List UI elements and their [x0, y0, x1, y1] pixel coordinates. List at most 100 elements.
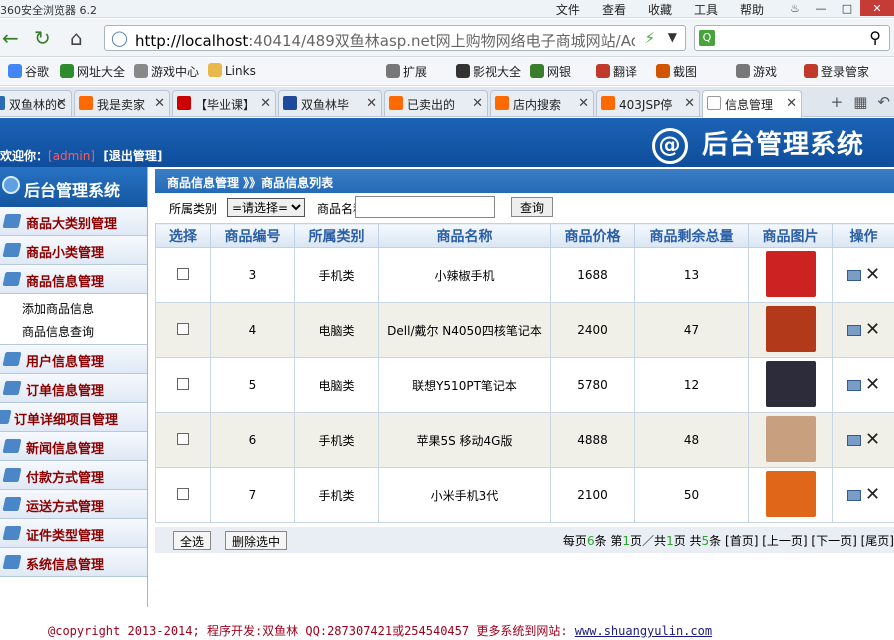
- prev-page-link[interactable]: [上一页]: [762, 534, 807, 548]
- minimize-icon[interactable]: —: [808, 0, 834, 16]
- close-tab-icon[interactable]: ✕: [260, 96, 271, 111]
- product-table: 选择 商品编号 所属类别 商品名称 商品价格 商品剩余总量 商品图片 操作 3 …: [155, 223, 894, 523]
- sidebar-item-label: 订单信息管理: [26, 384, 105, 399]
- sidebar-item-payment[interactable]: 付款方式管理: [0, 461, 147, 490]
- close-tab-icon[interactable]: ✕: [684, 96, 695, 111]
- bookmark-screenshot[interactable]: 截图: [656, 63, 697, 80]
- tab-4[interactable]: 双鱼林毕 ✕: [278, 90, 382, 116]
- tab-7[interactable]: 403JSP停 ✕: [596, 90, 700, 116]
- product-category: 电脑类: [294, 302, 379, 358]
- bookmark-translate[interactable]: 翻译: [596, 63, 637, 80]
- last-page-link[interactable]: [尾页]: [861, 534, 894, 548]
- sidebar-subitem-add-product[interactable]: 添加商品信息: [0, 296, 147, 319]
- delete-icon[interactable]: ✕: [865, 486, 880, 504]
- row-checkbox[interactable]: [177, 322, 189, 335]
- tab-3[interactable]: 【毕业课】 ✕: [172, 90, 276, 116]
- delete-icon[interactable]: ✕: [865, 266, 880, 284]
- sidebar-item-shipping[interactable]: 运送方式管理: [0, 490, 147, 519]
- bookmark-bank[interactable]: 网银: [530, 63, 571, 80]
- bookmark-extensions[interactable]: 扩展: [386, 63, 427, 80]
- magnifier-icon[interactable]: ⚲: [869, 28, 881, 47]
- logout-link[interactable]: [退出管理]: [103, 149, 162, 163]
- tab-6[interactable]: 店内搜索 ✕: [490, 90, 594, 116]
- next-page-link[interactable]: [下一页]: [811, 534, 856, 548]
- bookmark-login-manager[interactable]: 登录管家: [804, 63, 869, 80]
- col-select: 选择: [155, 223, 211, 248]
- row-checkbox[interactable]: [177, 267, 189, 280]
- row-select-cell: [155, 467, 211, 523]
- first-page-link[interactable]: [首页]: [725, 534, 758, 548]
- address-bar[interactable]: ◯ http://localhost:40414/489双鱼林asp.net网上…: [104, 25, 686, 51]
- bookmark-url-directory[interactable]: 网址大全: [60, 63, 125, 80]
- product-name: 苹果5S 移动4G版: [378, 412, 551, 468]
- row-checkbox[interactable]: [177, 487, 189, 500]
- select-all-button[interactable]: 全选: [173, 531, 212, 550]
- close-tab-icon[interactable]: ✕: [472, 96, 483, 111]
- search-engine-icon[interactable]: Q: [699, 30, 715, 46]
- edit-icon[interactable]: [846, 324, 861, 336]
- close-tab-icon[interactable]: ✕: [56, 96, 67, 111]
- close-tab-icon[interactable]: ✕: [154, 96, 165, 111]
- tab-label: 店内搜索: [513, 98, 562, 112]
- sidebar-item-subcategory[interactable]: 商品小类管理: [0, 236, 147, 265]
- menu-file[interactable]: 文件: [556, 1, 580, 18]
- product-price: 2100: [550, 467, 635, 523]
- bookmark-game-center[interactable]: 游戏中心: [134, 63, 199, 80]
- menu-view[interactable]: 查看: [602, 1, 626, 18]
- delete-icon[interactable]: ✕: [865, 321, 880, 339]
- close-tab-icon[interactable]: ✕: [786, 96, 797, 111]
- sidebar-subitem-query-product[interactable]: 商品信息查询: [0, 319, 147, 342]
- delete-selected-button[interactable]: 删除选中: [225, 531, 288, 550]
- close-tab-icon[interactable]: ✕: [366, 96, 377, 111]
- maximize-icon[interactable]: □: [834, 0, 860, 16]
- new-tab-icon[interactable]: +: [831, 93, 844, 111]
- chevron-down-icon[interactable]: ▼: [668, 30, 677, 44]
- bookmark-video[interactable]: 影视大全: [456, 63, 521, 80]
- menu-favorites[interactable]: 收藏: [648, 1, 672, 18]
- edit-icon[interactable]: [846, 379, 861, 391]
- row-checkbox[interactable]: [177, 432, 189, 445]
- home-icon[interactable]: ⌂: [70, 26, 83, 50]
- skin-icon[interactable]: ♨: [782, 0, 808, 16]
- query-button[interactable]: 查询: [511, 197, 553, 217]
- category-select[interactable]: =请选择=: [227, 198, 305, 217]
- undo-icon[interactable]: ↶: [877, 93, 890, 111]
- product-name-input[interactable]: [355, 196, 495, 218]
- lightning-icon[interactable]: ⚡: [644, 29, 655, 47]
- tab-active[interactable]: 信息管理 ✕: [702, 90, 802, 118]
- row-checkbox[interactable]: [177, 377, 189, 390]
- sidebar-item-category[interactable]: 商品大类别管理: [0, 207, 147, 236]
- sidebar-item-order[interactable]: 订单信息管理: [0, 374, 147, 403]
- sidebar-item-product[interactable]: 商品信息管理: [0, 265, 147, 294]
- table-row: 4 电脑类 Dell/戴尔 N4050四核笔记本 2400 47 ✕: [155, 302, 894, 358]
- sidebar-item-idtype[interactable]: 证件类型管理: [0, 519, 147, 548]
- edit-icon[interactable]: [846, 434, 861, 446]
- tab-1[interactable]: 双鱼林的C ✕: [0, 90, 72, 116]
- search-box[interactable]: Q ⚲: [694, 25, 890, 51]
- close-window-icon[interactable]: ✕: [860, 0, 894, 16]
- menu-tools[interactable]: 工具: [694, 1, 718, 18]
- browser-title: 360安全浏览器 6.2: [0, 4, 97, 17]
- address-url[interactable]: http://localhost:40414/489双鱼林asp.net网上购物…: [135, 30, 635, 51]
- tab-5[interactable]: 已卖出的 ✕: [384, 90, 488, 116]
- edit-icon[interactable]: [846, 269, 861, 281]
- delete-icon[interactable]: ✕: [865, 376, 880, 394]
- sidebar-item-news[interactable]: 新闻信息管理: [0, 432, 147, 461]
- tab-favicon: [495, 96, 509, 110]
- bookmark-games[interactable]: 游戏: [736, 63, 777, 80]
- sidebar-item-order-detail[interactable]: 订单详细项目管理: [0, 403, 147, 432]
- sidebar-item-user[interactable]: 用户信息管理: [0, 345, 147, 374]
- website-link[interactable]: www.shuangyulin.com: [575, 624, 712, 638]
- tab-2[interactable]: 我是卖家 ✕: [74, 90, 170, 116]
- delete-icon[interactable]: ✕: [865, 431, 880, 449]
- sidebar-item-system[interactable]: 系统信息管理: [0, 548, 147, 577]
- bookmark-links[interactable]: Links: [208, 63, 256, 78]
- bookmark-google[interactable]: 谷歌: [8, 63, 49, 80]
- tab-list-icon[interactable]: ▦: [853, 93, 867, 111]
- sidebar-item-label: 付款方式管理: [26, 471, 105, 486]
- refresh-icon[interactable]: ↻: [34, 26, 51, 50]
- close-tab-icon[interactable]: ✕: [578, 96, 589, 111]
- menu-help[interactable]: 帮助: [740, 1, 764, 18]
- back-icon[interactable]: ←: [2, 26, 19, 50]
- edit-icon[interactable]: [846, 489, 861, 501]
